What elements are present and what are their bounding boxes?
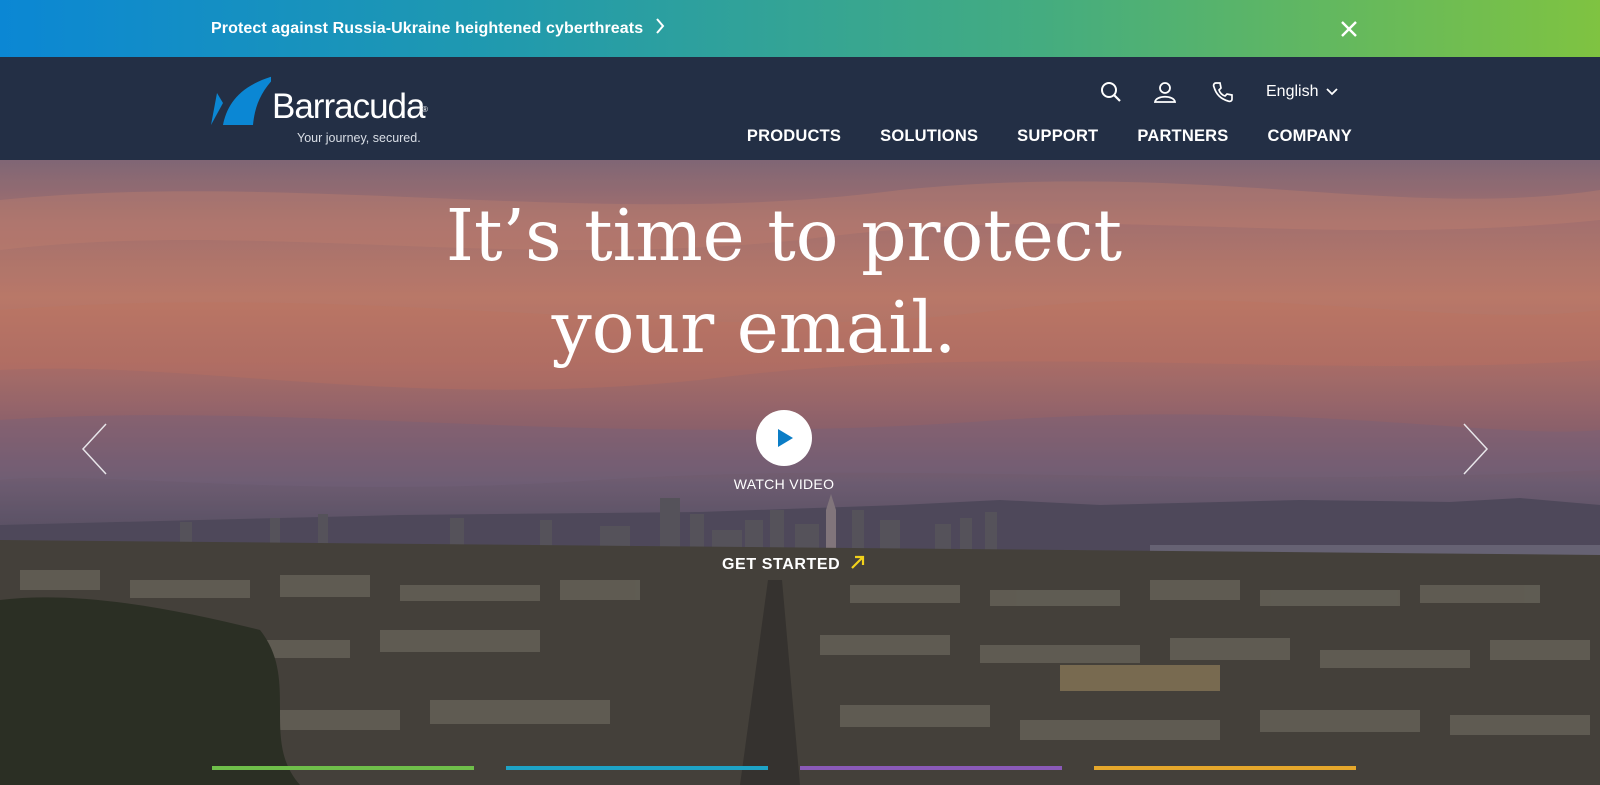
headline-line-2: your email.: [551, 286, 957, 369]
chevron-down-icon: [1326, 83, 1339, 101]
arrow-up-right-icon: [850, 554, 866, 575]
search-icon[interactable]: [1098, 79, 1124, 105]
logo-registered: ®: [422, 105, 428, 114]
logo-tagline: Your journey, secured.: [297, 131, 421, 145]
language-label: English: [1266, 83, 1319, 100]
alert-link[interactable]: Protect against Russia-Ukraine heightene…: [211, 0, 665, 57]
alert-text: Protect against Russia-Ukraine heightene…: [211, 19, 644, 37]
site-header: Barracuda ® Your journey, secured. Engli…: [0, 57, 1600, 160]
get-started-label: GET STARTED: [722, 555, 841, 573]
close-icon[interactable]: [1338, 18, 1360, 40]
nav-support[interactable]: SUPPORT: [1017, 127, 1098, 146]
language-selector[interactable]: English: [1266, 79, 1339, 105]
alert-banner: Protect against Russia-Ukraine heightene…: [0, 0, 1600, 57]
main-nav: PRODUCTS SOLUTIONS SUPPORT PARTNERS COMP…: [747, 127, 1352, 146]
watch-video-link[interactable]: WATCH VIDEO: [700, 476, 868, 492]
chevron-right-icon[interactable]: [1460, 422, 1490, 476]
hero-tab-strip: [0, 766, 1600, 770]
chevron-right-icon: [655, 18, 665, 39]
barracuda-logo[interactable]: Barracuda ® Your journey, secured.: [209, 73, 439, 149]
user-icon[interactable]: [1152, 79, 1178, 105]
tab-indicator-orange[interactable]: [1094, 766, 1356, 770]
barracuda-fin-icon: [211, 76, 271, 125]
nav-company[interactable]: COMPANY: [1267, 127, 1352, 146]
hero-banner: It’s time to protect your email. WATCH V…: [0, 160, 1600, 785]
nav-solutions[interactable]: SOLUTIONS: [880, 127, 978, 146]
hero-headline: It’s time to protect your email.: [0, 190, 1568, 374]
logo-wordmark: Barracuda: [272, 87, 425, 126]
tab-indicator-green[interactable]: [212, 766, 474, 770]
play-video-button[interactable]: [756, 410, 812, 466]
tab-indicator-purple[interactable]: [800, 766, 1062, 770]
tab-indicator-teal[interactable]: [506, 766, 768, 770]
get-started-link[interactable]: GET STARTED: [722, 554, 866, 575]
play-icon: [778, 429, 793, 447]
nav-products[interactable]: PRODUCTS: [747, 127, 841, 146]
phone-icon[interactable]: [1210, 79, 1236, 105]
chevron-left-icon[interactable]: [80, 422, 110, 476]
nav-partners[interactable]: PARTNERS: [1137, 127, 1228, 146]
headline-line-1: It’s time to protect: [445, 194, 1123, 277]
